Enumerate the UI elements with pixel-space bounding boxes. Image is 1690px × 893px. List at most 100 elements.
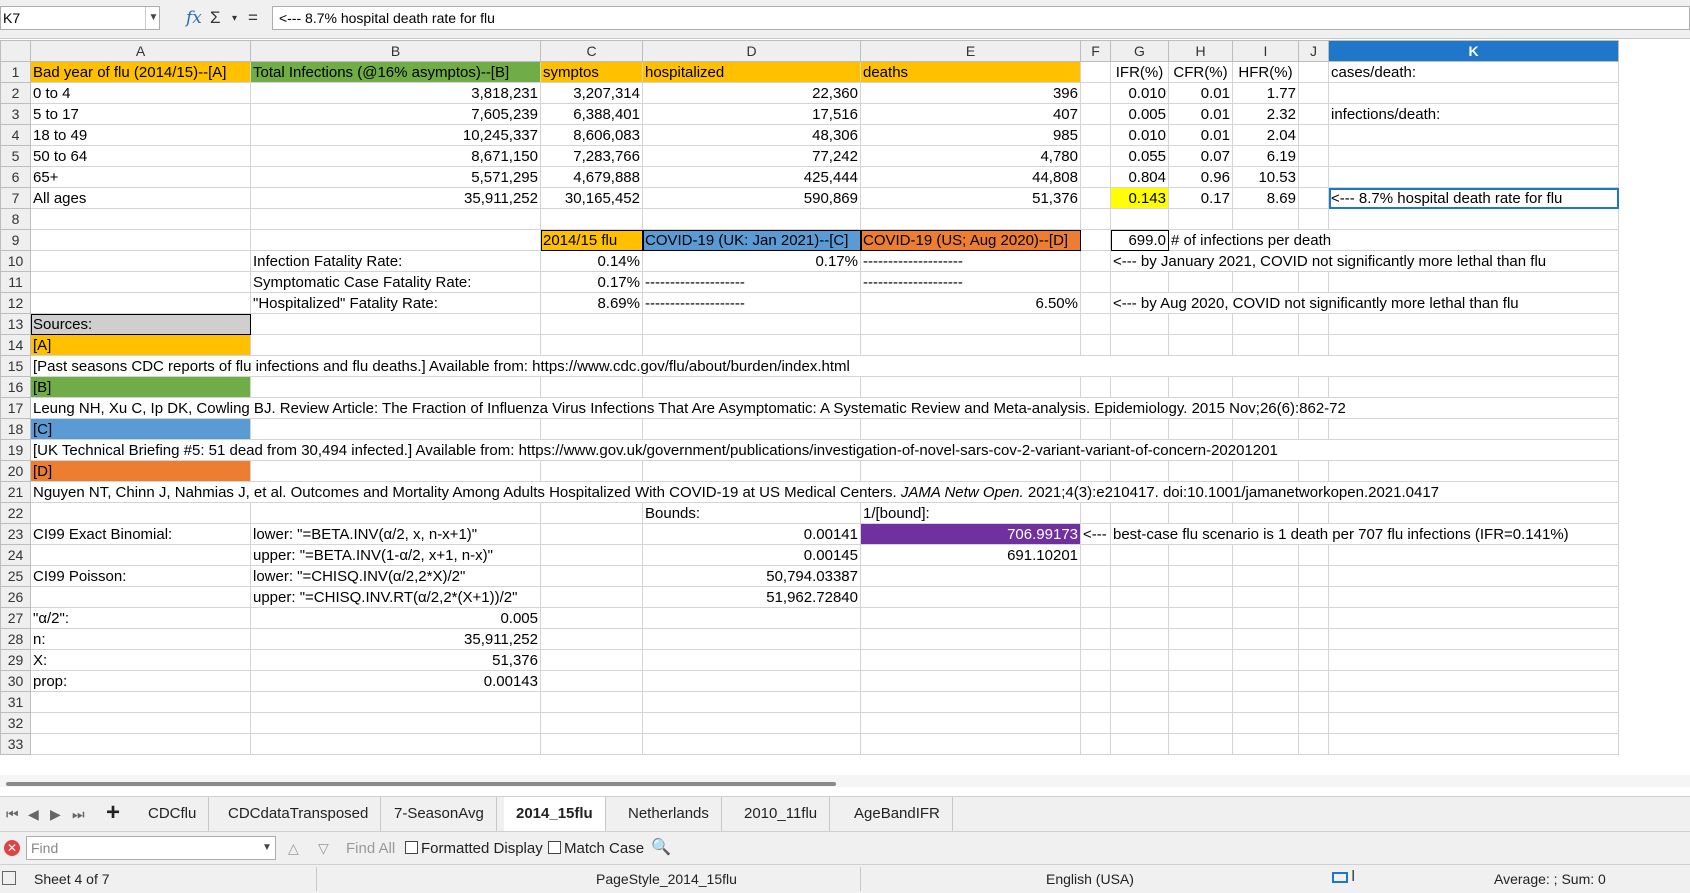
cell[interactable] (1110, 691, 1169, 713)
cell[interactable]: 0.00141 (642, 523, 861, 545)
cell[interactable] (1298, 82, 1329, 104)
cell[interactable] (642, 649, 861, 671)
cell[interactable] (1232, 418, 1299, 440)
cell[interactable] (1298, 691, 1329, 713)
cell[interactable]: 8,671,150 (250, 145, 541, 167)
cell[interactable] (1080, 418, 1111, 440)
cell[interactable] (30, 502, 251, 524)
cell[interactable]: 1/[bound]: (860, 502, 1081, 524)
row-header[interactable]: 28 (0, 628, 31, 650)
cell[interactable]: Infection Fatality Rate: (250, 250, 541, 272)
cell[interactable]: # of infections per death (1168, 229, 1619, 251)
cell[interactable] (1298, 103, 1329, 125)
cell[interactable]: 2014/15 flu (540, 229, 643, 251)
tab-7-seasonavg[interactable]: 7-SeasonAvg (382, 797, 497, 831)
cell[interactable] (1168, 565, 1233, 587)
cell[interactable] (1110, 565, 1169, 587)
cell[interactable] (1298, 271, 1329, 293)
cell[interactable] (1232, 460, 1299, 482)
cell[interactable] (1232, 313, 1299, 335)
cell[interactable] (1298, 313, 1329, 335)
row-header[interactable]: 12 (0, 292, 31, 314)
cell[interactable] (1080, 607, 1111, 629)
cell[interactable] (1298, 166, 1329, 188)
cell[interactable] (1232, 712, 1299, 734)
tab-2010-11flu[interactable]: 2010_11flu (732, 797, 831, 831)
cell[interactable]: 691.10201 (860, 544, 1081, 566)
cell[interactable]: Symptomatic Case Fatality Rate: (250, 271, 541, 293)
cell[interactable] (250, 313, 541, 335)
row-header[interactable]: 4 (0, 124, 31, 146)
cell[interactable] (642, 607, 861, 629)
cell[interactable] (1328, 145, 1619, 167)
cell[interactable] (540, 565, 643, 587)
cell[interactable] (1232, 334, 1299, 356)
cell[interactable] (1328, 334, 1619, 356)
cell[interactable] (1232, 649, 1299, 671)
row-header[interactable]: 30 (0, 670, 31, 692)
cell[interactable] (1328, 544, 1619, 566)
cell[interactable] (860, 418, 1081, 440)
cell[interactable] (1110, 649, 1169, 671)
cell[interactable]: 396 (860, 82, 1081, 104)
cell[interactable]: Bounds: (642, 502, 861, 524)
find-all-button[interactable]: Find All (346, 840, 395, 857)
cell[interactable] (1080, 334, 1111, 356)
cell[interactable]: 8.69% (540, 292, 643, 314)
cell[interactable] (1080, 565, 1111, 587)
cell[interactable]: 0.804 (1110, 166, 1169, 188)
cell[interactable] (250, 733, 541, 755)
cell[interactable] (1328, 691, 1619, 713)
row-header[interactable]: 22 (0, 502, 31, 524)
cell[interactable] (540, 607, 643, 629)
cell[interactable] (1298, 208, 1329, 230)
cell[interactable]: 50 to 64 (30, 145, 251, 167)
cell[interactable] (250, 502, 541, 524)
cell[interactable] (540, 691, 643, 713)
cell[interactable] (1110, 670, 1169, 692)
cell[interactable]: 51,962.72840 (642, 586, 861, 608)
cell[interactable]: Nguyen NT, Chinn J, Nahmias J, et al. Ou… (30, 481, 1619, 503)
cell[interactable]: 3,818,231 (250, 82, 541, 104)
row-header[interactable]: 32 (0, 712, 31, 734)
cell[interactable] (1328, 124, 1619, 146)
find-previous-icon[interactable]: △ (288, 840, 299, 857)
row-header[interactable]: 24 (0, 544, 31, 566)
row-header[interactable]: 13 (0, 313, 31, 335)
cell[interactable]: <--- by January 2021, COVID not signific… (1110, 250, 1619, 272)
cell[interactable]: -------------------- (860, 271, 1081, 293)
cell[interactable] (30, 712, 251, 734)
cell[interactable]: 2.04 (1232, 124, 1299, 146)
cell[interactable] (1328, 649, 1619, 671)
cell[interactable] (1328, 502, 1619, 524)
cell[interactable] (1232, 607, 1299, 629)
cell[interactable]: 8,606,083 (540, 124, 643, 146)
cell[interactable]: 4,780 (860, 145, 1081, 167)
cell[interactable] (30, 229, 251, 251)
cell[interactable] (1328, 670, 1619, 692)
cell[interactable]: IFR(%) (1110, 61, 1169, 83)
column-header[interactable]: J (1298, 40, 1329, 62)
cell[interactable] (1110, 544, 1169, 566)
cell[interactable]: -------------------- (642, 292, 861, 314)
cell[interactable] (1168, 733, 1233, 755)
cell[interactable] (1080, 670, 1111, 692)
cell[interactable]: 6,388,401 (540, 103, 643, 125)
cell[interactable]: 17,516 (642, 103, 861, 125)
cell[interactable] (1328, 82, 1619, 104)
cell[interactable] (860, 565, 1081, 587)
cell[interactable]: All ages (30, 187, 251, 209)
cell[interactable]: n: (30, 628, 251, 650)
cell-highlighted[interactable]: 706.99173 (860, 523, 1081, 545)
cell[interactable] (1298, 733, 1329, 755)
row-header[interactable]: 3 (0, 103, 31, 125)
selection-mode-icon[interactable] (1332, 872, 1348, 883)
cell[interactable]: 407 (860, 103, 1081, 125)
cell[interactable]: [B] (30, 376, 251, 398)
cell[interactable]: 51,376 (250, 649, 541, 671)
cell[interactable] (1168, 460, 1233, 482)
cell[interactable] (1232, 208, 1299, 230)
cell[interactable] (860, 733, 1081, 755)
cell[interactable] (30, 586, 251, 608)
cell[interactable]: HFR(%) (1232, 61, 1299, 83)
